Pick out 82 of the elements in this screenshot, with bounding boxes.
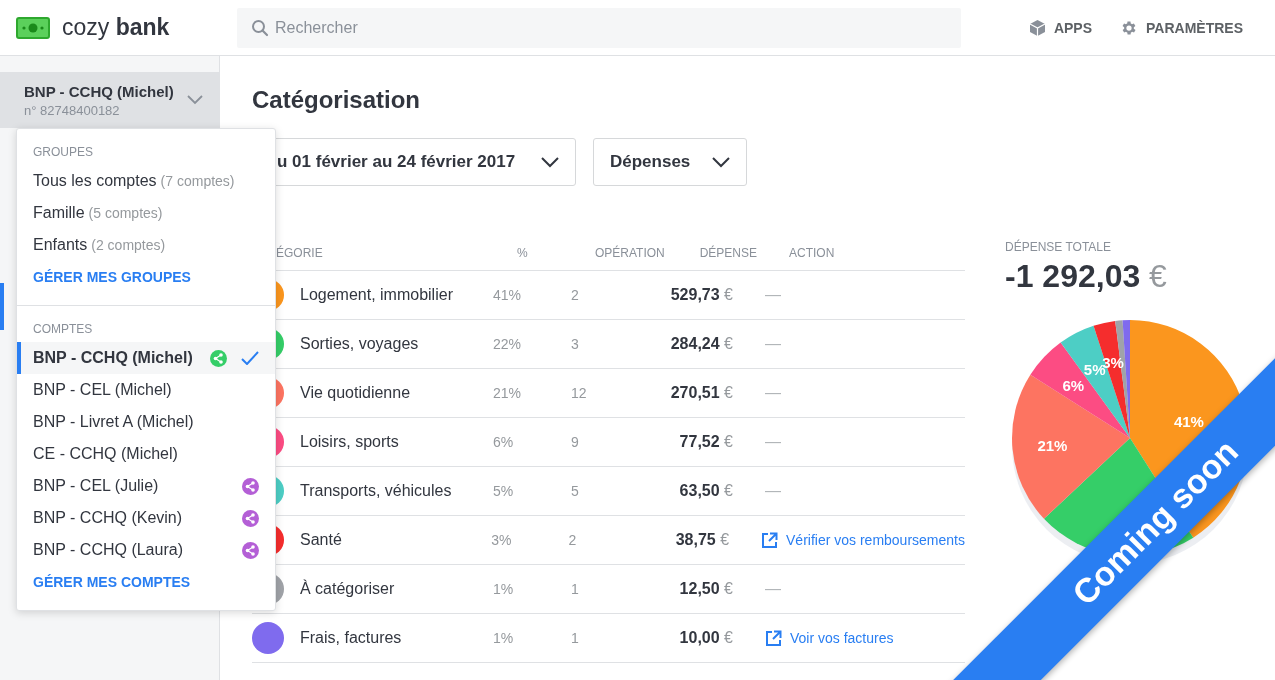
amount-cell-text: 270,51 € bbox=[669, 384, 733, 402]
amount-cell-text: 77,52 € bbox=[678, 433, 733, 451]
category-name: Transports, véhicules bbox=[300, 482, 453, 500]
action-link[interactable]: Voir vos factures bbox=[733, 629, 894, 647]
percent-cell-text: 22% bbox=[493, 336, 523, 352]
chevron-down-icon bbox=[187, 95, 203, 105]
amount-cell-text: 529,73 € bbox=[669, 286, 733, 304]
active-nav-indicator bbox=[0, 283, 4, 330]
account-item[interactable]: BNP - CEL (Julie) bbox=[17, 470, 275, 502]
account-number: n° 82748400182 bbox=[24, 102, 121, 118]
total-amount: -1 292,03 € bbox=[1005, 258, 1168, 295]
pie-label: 41% bbox=[1173, 412, 1204, 430]
account-item[interactable]: BNP - CCHQ (Laura) bbox=[17, 534, 275, 566]
manage-groups-link[interactable]: GÉRER MES GROUPES bbox=[17, 261, 275, 293]
banknote-icon bbox=[16, 16, 50, 39]
amount-cell-text: 38,75 € bbox=[674, 531, 730, 549]
total-label: DÉPENSE TOTALE bbox=[1005, 240, 1113, 254]
account-name: BNP - CCHQ (Michel) bbox=[24, 82, 174, 100]
category-name: Vie quotidienne bbox=[300, 384, 412, 402]
checkmark-icon bbox=[241, 351, 259, 365]
percent-cell-text: 21% bbox=[493, 385, 523, 401]
amount-cell-text: 63,50 € bbox=[678, 482, 733, 500]
chevron-down-icon bbox=[712, 156, 731, 168]
operation-count: 12 bbox=[571, 385, 588, 401]
search-field[interactable]: Rechercher bbox=[237, 7, 961, 48]
column-header: OPÉRATION bbox=[595, 246, 665, 260]
settings-button[interactable]: PARAMÈTRES bbox=[1120, 18, 1243, 37]
account-item[interactable]: BNP - CCHQ (Kevin) bbox=[17, 502, 275, 534]
type-select[interactable]: Dépenses bbox=[593, 138, 748, 186]
amount-cell-text: 10,00 € bbox=[678, 629, 733, 647]
group-item[interactable]: Enfants (2 comptes) bbox=[17, 229, 275, 261]
page-title: Catégorisation bbox=[252, 86, 422, 114]
column-header: ÉGORIE bbox=[275, 246, 324, 260]
operation-count: 1 bbox=[571, 630, 580, 646]
section-title: GROUPES bbox=[32, 145, 94, 159]
account-item[interactable]: CE - CCHQ (Michel) bbox=[17, 438, 275, 470]
account-selector[interactable]: BNP - CCHQ (Michel) n° 82748400182 bbox=[0, 72, 219, 128]
app-logo-text: cozy bank bbox=[62, 14, 170, 41]
percent-cell-text: 1% bbox=[493, 581, 515, 597]
pie-label: 6% bbox=[1062, 376, 1085, 394]
operation-count: 3 bbox=[571, 336, 580, 352]
percent-cell-text: 5% bbox=[493, 483, 515, 499]
percent-cell-text: 1% bbox=[493, 630, 515, 646]
group-item[interactable]: Famille (5 comptes) bbox=[17, 197, 275, 229]
empty-action: — bbox=[764, 580, 781, 598]
operation-count: 1 bbox=[571, 581, 580, 597]
chevron-down-icon bbox=[541, 156, 559, 168]
column-header: % bbox=[517, 246, 529, 260]
operation-count: 9 bbox=[571, 434, 580, 450]
percent-cell-text: 3% bbox=[491, 532, 513, 548]
amount-cell-text: 12,50 € bbox=[678, 580, 733, 598]
apps-button[interactable]: APPS bbox=[1028, 18, 1093, 37]
empty-action: — bbox=[764, 335, 781, 353]
external-link-icon bbox=[765, 629, 782, 647]
operation-count: 5 bbox=[571, 483, 580, 499]
manage-accounts-link[interactable]: GÉRER MES COMPTES bbox=[17, 566, 275, 598]
amount-cell-text: 284,24 € bbox=[669, 335, 733, 353]
category-name: Sorties, voyages bbox=[300, 335, 420, 353]
empty-action: — bbox=[764, 482, 781, 500]
category-name: À catégoriser bbox=[300, 580, 396, 598]
account-item[interactable]: BNP - Livret A (Michel) bbox=[17, 406, 275, 438]
account-item[interactable]: BNP - CEL (Michel) bbox=[17, 374, 275, 406]
column-header: DÉPENSE bbox=[698, 246, 757, 260]
search-icon bbox=[251, 18, 269, 37]
category-name: Logement, immobilier bbox=[300, 286, 454, 304]
empty-action: — bbox=[764, 286, 781, 304]
section-title: COMPTES bbox=[32, 322, 94, 336]
percent-cell-text: 41% bbox=[493, 287, 523, 303]
operation-count: 2 bbox=[568, 532, 578, 548]
external-link-icon bbox=[761, 531, 779, 549]
pie-label: 21% bbox=[1037, 437, 1068, 455]
category-name: Santé bbox=[300, 531, 343, 549]
percent-cell-text: 6% bbox=[493, 434, 515, 450]
operation-count: 2 bbox=[571, 287, 580, 303]
action-link[interactable]: Vérifier vos remboursements bbox=[729, 531, 965, 549]
empty-action: — bbox=[764, 384, 781, 402]
column-header: ACTION bbox=[788, 246, 835, 260]
empty-action: — bbox=[764, 433, 781, 451]
category-name: Frais, factures bbox=[300, 629, 403, 647]
account-item[interactable]: BNP - CCHQ (Michel) bbox=[17, 342, 275, 374]
category-name: Loisirs, sports bbox=[300, 433, 400, 451]
cube-icon bbox=[1028, 18, 1046, 37]
